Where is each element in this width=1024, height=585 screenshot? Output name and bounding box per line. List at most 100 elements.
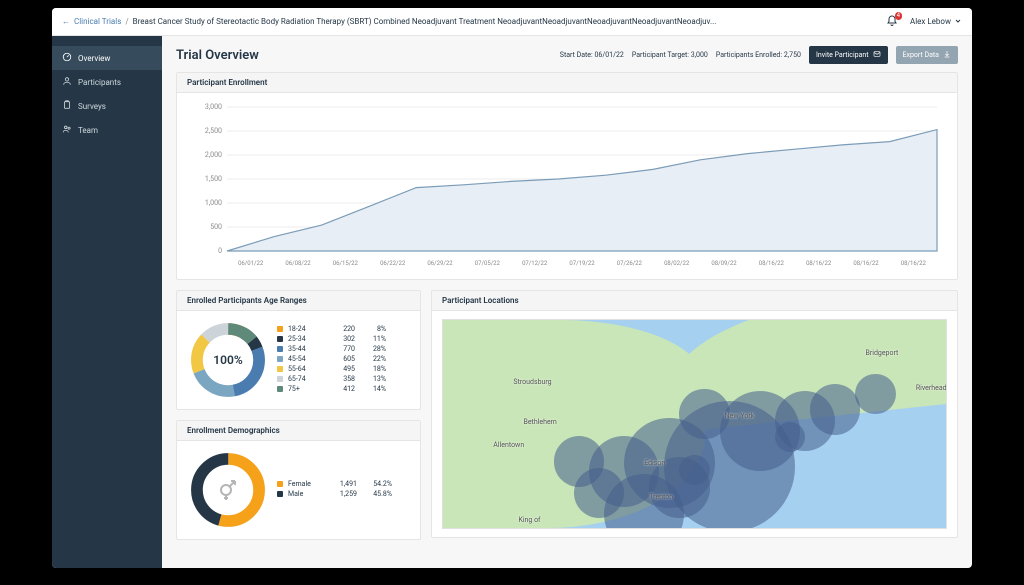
send-icon	[873, 50, 881, 60]
svg-text:06/29/22: 06/29/22	[427, 260, 453, 267]
legend-swatch	[277, 386, 283, 392]
bell-icon	[886, 20, 898, 29]
svg-text:08/16/22: 08/16/22	[759, 260, 785, 267]
back-arrow-icon[interactable]: ←	[62, 17, 70, 26]
location-bubble[interactable]	[775, 422, 805, 452]
locations-card: Participant Locations New YorkTrentonAll…	[431, 290, 958, 538]
legend-value: 495	[327, 365, 355, 373]
user-menu[interactable]: Alex Lebow	[910, 17, 962, 27]
location-bubble[interactable]	[855, 374, 895, 414]
legend-row: 75+ 412 14%	[277, 385, 386, 393]
breadcrumb-trail: Breast Cancer Study of Stereotactic Body…	[133, 17, 874, 26]
breadcrumb-root[interactable]: Clinical Trials	[74, 17, 121, 26]
gauge-icon	[62, 52, 72, 64]
legend-label: 25-34	[288, 335, 322, 343]
card-title: Enrollment Demographics	[177, 421, 420, 441]
svg-text:07/26/22: 07/26/22	[617, 260, 643, 267]
sidebar-item-label: Overview	[78, 54, 110, 63]
svg-text:06/22/22: 06/22/22	[380, 260, 406, 267]
legend-percent: 13%	[360, 375, 386, 383]
title-bar: Trial Overview Start Date: 06/01/22 Part…	[176, 46, 958, 64]
svg-text:08/16/22: 08/16/22	[901, 260, 927, 267]
user-name: Alex Lebow	[910, 17, 951, 26]
svg-text:2,000: 2,000	[205, 151, 222, 159]
legend-row: 45-54 605 22%	[277, 355, 386, 363]
sidebar-item-label: Surveys	[78, 102, 106, 111]
legend-label: 75+	[288, 385, 322, 393]
participant-locations-map[interactable]: New YorkTrentonAllentownBethlehemStrouds…	[442, 319, 947, 529]
legend-value: 605	[327, 355, 355, 363]
legend-percent: 18%	[360, 365, 386, 373]
svg-text:08/16/22: 08/16/22	[853, 260, 879, 267]
sidebar-item-participants[interactable]: Participants	[52, 70, 162, 94]
legend-value: 1,491	[327, 480, 357, 488]
map-city-label: Riverhead	[916, 384, 947, 392]
svg-text:1,500: 1,500	[205, 175, 222, 183]
legend-value: 220	[327, 325, 355, 333]
sidebar-item-overview[interactable]: Overview	[52, 46, 162, 70]
chevron-down-icon	[954, 17, 962, 27]
legend-swatch	[277, 491, 283, 497]
legend-percent: 22%	[360, 355, 386, 363]
legend-label: Male	[288, 490, 322, 498]
download-icon	[943, 50, 951, 60]
legend-row: 18-24 220 8%	[277, 325, 386, 333]
svg-text:07/19/22: 07/19/22	[569, 260, 595, 267]
map-city-label: Bridgeport	[866, 349, 899, 357]
location-bubble[interactable]	[574, 468, 624, 518]
location-bubble[interactable]	[810, 384, 860, 434]
legend-percent: 54.2%	[362, 480, 392, 488]
sidebar-item-surveys[interactable]: Surveys	[52, 94, 162, 118]
sidebar-item-label: Team	[78, 126, 98, 135]
enrollment-area-chart: 05001,0001,5002,0002,5003,00006/01/2206/…	[187, 101, 947, 271]
sidebar: Overview Participants Surveys Team	[52, 36, 162, 568]
notifications-button[interactable]: 4	[886, 15, 898, 29]
top-bar: ← Clinical Trials / Breast Cancer Study …	[52, 8, 972, 36]
page-title: Trial Overview	[176, 48, 259, 63]
svg-text:0: 0	[218, 247, 222, 255]
svg-text:07/05/22: 07/05/22	[475, 260, 501, 267]
map-city-label: Stroudsburg	[513, 378, 551, 386]
user-icon	[62, 76, 72, 88]
legend-row: 55-64 495 18%	[277, 365, 386, 373]
location-bubble[interactable]	[679, 389, 729, 439]
breadcrumb-separator: /	[125, 17, 128, 26]
legend-percent: 45.8%	[362, 490, 392, 498]
legend-row: 35-44 770 28%	[277, 345, 386, 353]
legend-percent: 28%	[360, 345, 386, 353]
legend-label: 18-24	[288, 325, 322, 333]
breadcrumb: ← Clinical Trials / Breast Cancer Study …	[62, 17, 874, 26]
legend-value: 770	[327, 345, 355, 353]
card-title: Participant Enrollment	[177, 73, 957, 93]
map-city-label: Trenton	[649, 493, 673, 501]
map-city-label: New York	[725, 412, 755, 420]
gender-icon	[187, 449, 269, 531]
team-icon	[62, 124, 72, 136]
legend-swatch	[277, 376, 283, 382]
sidebar-item-label: Participants	[78, 78, 121, 87]
legend-swatch	[277, 481, 283, 487]
notification-count-badge: 4	[895, 12, 902, 20]
svg-text:08/02/22: 08/02/22	[664, 260, 690, 267]
clipboard-icon	[62, 100, 72, 112]
legend-percent: 11%	[360, 335, 386, 343]
legend-swatch	[277, 366, 283, 372]
legend-row: Male 1,259 45.8%	[277, 490, 392, 498]
legend-row: 25-34 302 11%	[277, 335, 386, 343]
export-data-button[interactable]: Export Data	[896, 46, 958, 64]
legend-value: 358	[327, 375, 355, 383]
map-city-label: Edison	[644, 459, 665, 467]
legend-value: 302	[327, 335, 355, 343]
svg-text:06/15/22: 06/15/22	[333, 260, 359, 267]
enrollment-card: Participant Enrollment 05001,0001,5002,0…	[176, 72, 958, 280]
legend-label: 55-64	[288, 365, 322, 373]
location-bubble[interactable]	[679, 455, 709, 485]
donut-center-value: 100%	[187, 319, 269, 401]
sidebar-item-team[interactable]: Team	[52, 118, 162, 142]
start-date: Start Date: 06/01/22	[560, 51, 624, 59]
age-ranges-card: Enrolled Participants Age Ranges 100% 18…	[176, 290, 421, 410]
invite-participant-button[interactable]: Invite Participant	[809, 46, 888, 64]
legend-swatch	[277, 326, 283, 332]
map-city-label: Allentown	[493, 441, 524, 449]
svg-text:08/16/22: 08/16/22	[806, 260, 832, 267]
